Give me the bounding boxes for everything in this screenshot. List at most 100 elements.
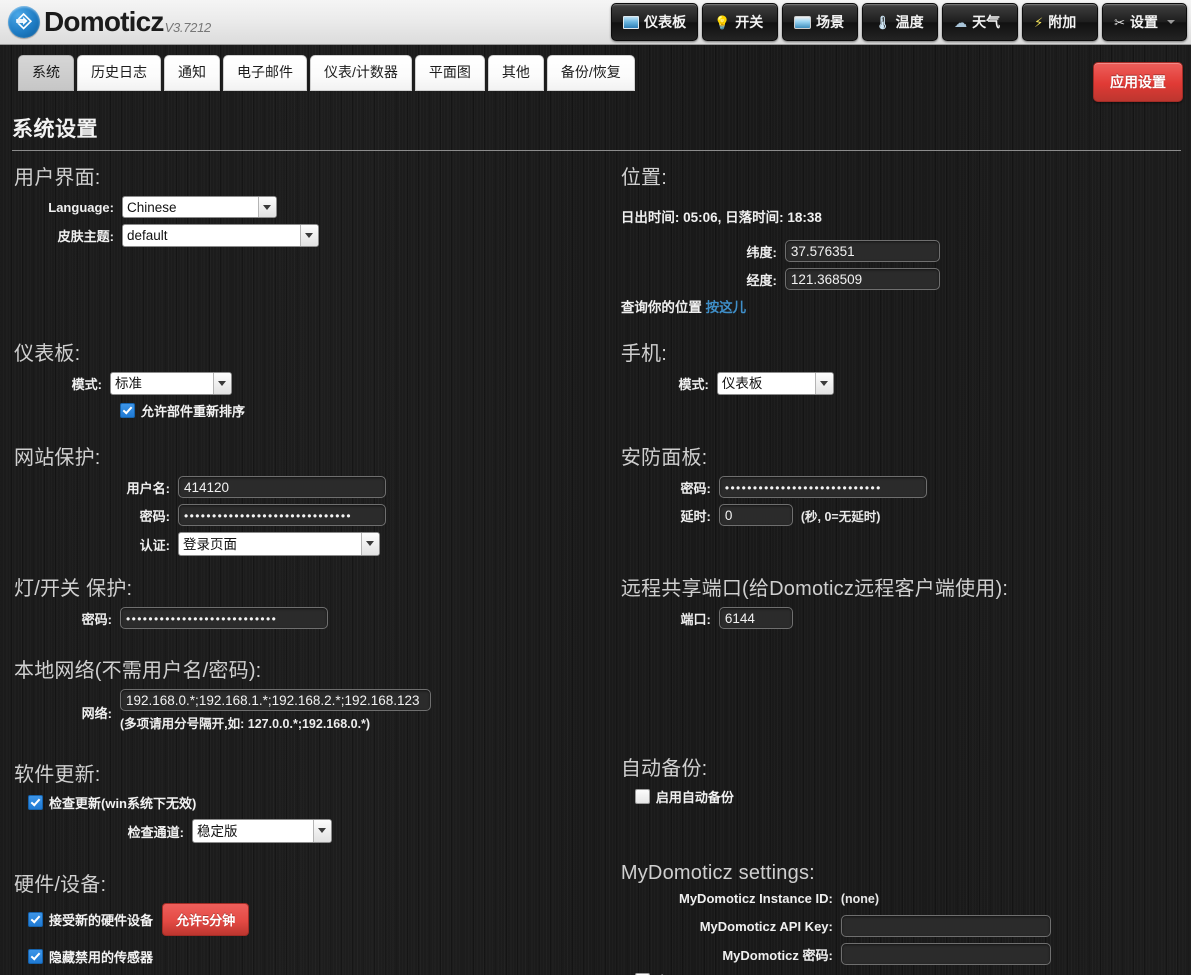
hide-disabled-sensors-label: 隐藏禁用的传感器 <box>49 950 154 965</box>
section-user-interface: 用户界面: Language: Chinese 皮肤主题: default <box>14 161 607 331</box>
section-software-update: 软件更新: 检查更新(win系统下无效) 检查通道: 稳定版 <box>14 758 607 862</box>
mydomoticz-api-key-input[interactable] <box>840 915 1051 937</box>
network-label: 网络: <box>81 706 112 721</box>
nav-item-settings[interactable]: ✂ 设置 <box>1102 3 1187 41</box>
tab-email[interactable]: 电子邮件 <box>223 55 307 91</box>
longitude-input[interactable] <box>784 268 940 290</box>
security-password-input[interactable]: •••••••••••••••••••••••••••• <box>718 476 927 498</box>
allow-widget-reorder-label: 允许部件重新排序 <box>141 404 246 419</box>
latitude-input[interactable] <box>784 240 940 262</box>
enable-auto-backup-checkbox[interactable] <box>634 789 650 804</box>
mydomoticz-password-label: MyDomoticz 密码: <box>722 947 833 963</box>
update-channel-label: 检查通道: <box>127 824 184 840</box>
section-mobile: 手机: 模式: 仪表板 <box>621 337 1191 435</box>
tab-notifications[interactable]: 通知 <box>164 55 220 91</box>
allow-5-minutes-button[interactable]: 允许5分钟 <box>162 903 250 936</box>
network-hint: (多项请用分号隔开,如: 127.0.0.*;192.168.0.*) <box>120 717 371 731</box>
lightning-icon: ⚡ <box>1034 14 1044 30</box>
tab-backup-restore[interactable]: 备份/恢复 <box>546 55 635 91</box>
nav-item-temperature[interactable]: 🌡 温度 <box>862 3 939 41</box>
section-security-panel: 安防面板: 密码: •••••••••••••••••••••••••••• 延… <box>621 441 1191 566</box>
nav-label: 温度 <box>895 14 924 30</box>
language-select[interactable]: Chinese <box>122 196 277 218</box>
tab-system[interactable]: 系统 <box>18 55 74 91</box>
nav-label: 场景 <box>816 14 845 30</box>
tab-other[interactable]: 其他 <box>487 55 544 91</box>
section-title: 网站保护: <box>14 447 101 469</box>
left-column: 用户界面: Language: Chinese 皮肤主题: default 仪表… <box>0 161 607 975</box>
remote-port-label: 端口: <box>680 611 711 627</box>
switch-password-label: 密码: <box>81 611 112 627</box>
apply-settings-button[interactable]: 应用设置 <box>1093 62 1183 102</box>
theme-select[interactable]: default <box>122 224 319 247</box>
tools-icon: ✂ <box>1114 14 1125 30</box>
section-remote-port: 远程共享端口(给Domoticz远程客户端使用): 端口: <box>621 572 1191 746</box>
tab-history-log[interactable]: 历史日志 <box>77 55 161 91</box>
dashboard-mode-select[interactable]: 标准 <box>110 372 232 395</box>
find-location-link[interactable]: 按这儿 <box>706 300 747 315</box>
dashboard-icon <box>623 15 640 29</box>
section-title: 硬件/设备: <box>14 874 107 896</box>
section-title: 自动备份: <box>620 758 708 780</box>
language-label: Language: <box>48 199 114 215</box>
username-label: 用户名: <box>126 480 170 496</box>
nav-item-extra[interactable]: ⚡ 附加 <box>1022 3 1099 41</box>
mydomoticz-instance-id-label: MyDomoticz Instance ID: <box>679 891 833 906</box>
settings-tabbar: 系统 历史日志 通知 电子邮件 仪表/计数器 平面图 其他 备份/恢复 <box>0 45 1191 103</box>
section-title: MyDomoticz settings: <box>620 862 815 884</box>
find-location-text: 查询你的位置 <box>620 300 702 315</box>
section-dashboard: 仪表板: 模式: 标准 允许部件重新排序 <box>14 337 607 435</box>
username-input[interactable] <box>178 476 386 498</box>
nav-label: 附加 <box>1048 14 1077 30</box>
mobile-mode-select[interactable]: 仪表板 <box>716 372 834 395</box>
tab-floorplan[interactable]: 平面图 <box>414 55 485 91</box>
section-title: 安防面板: <box>620 447 708 469</box>
section-title: 用户界面: <box>14 167 101 189</box>
scene-icon <box>794 15 812 29</box>
update-channel-select[interactable]: 稳定版 <box>192 819 332 843</box>
section-website-protection: 网站保护: 用户名: 密码: •••••••••••••••••••••••••… <box>14 441 607 566</box>
section-location: 位置: 日出时间: 05:06, 日落时间: 18:38 纬度: 经度: 查询你… <box>621 161 1191 331</box>
dashboard-mode-label: 模式: <box>71 377 102 392</box>
section-auto-backup: 自动备份: 启用自动备份 <box>621 752 1191 856</box>
allow-widget-reorder-checkbox[interactable] <box>120 403 135 418</box>
longitude-label: 经度: <box>746 272 777 288</box>
remote-port-input[interactable] <box>718 607 793 629</box>
hide-disabled-sensors-checkbox[interactable] <box>28 949 43 964</box>
accept-new-hardware-label: 接受新的硬件设备 <box>49 913 154 928</box>
section-switch-protection: 灯/开关 保护: 密码: ••••••••••••••••••••••••••• <box>14 572 607 648</box>
section-title: 手机: <box>620 343 668 365</box>
sunrise-sunset-info: 日出时间: 05:06, 日落时间: 18:38 <box>620 210 822 225</box>
tab-meters-counters[interactable]: 仪表/计数器 <box>310 55 412 91</box>
domoticz-logo-icon: ⎆ <box>8 6 40 38</box>
nav-item-weather[interactable]: ☁ 天气 <box>942 3 1019 41</box>
nav-label: 设置 <box>1130 14 1158 30</box>
security-delay-note: (秒, 0=无延时) <box>800 509 881 524</box>
accept-new-hardware-checkbox[interactable] <box>28 912 43 927</box>
auth-select[interactable]: 登录页面 <box>178 532 380 556</box>
mydomoticz-api-key-label: MyDomoticz API Key: <box>699 918 833 934</box>
mydomoticz-enable-label: 启用 <box>656 971 682 975</box>
network-input[interactable] <box>120 689 431 711</box>
nav-item-switches[interactable]: 💡 开关 <box>702 3 779 41</box>
website-password-label: 密码: <box>139 508 170 524</box>
check-update-checkbox[interactable] <box>28 795 43 810</box>
section-title: 位置: <box>620 167 668 189</box>
section-local-network: 本地网络(不需用户名/密码): 网络: (多项请用分号隔开,如: 127.0.0… <box>14 654 607 752</box>
nav-item-dashboard[interactable]: 仪表板 <box>611 3 699 41</box>
section-hardware-devices: 硬件/设备: 接受新的硬件设备 允许5分钟 隐藏禁用的传感器 收到新数据后，刷新… <box>14 868 607 975</box>
right-column: 位置: 日出时间: 05:06, 日落时间: 18:38 纬度: 经度: 查询你… <box>607 161 1191 975</box>
security-delay-label: 延时: <box>680 508 711 524</box>
security-delay-input[interactable] <box>718 504 793 526</box>
enable-auto-backup-label: 启用自动备份 <box>655 790 734 805</box>
brand[interactable]: ⎆ Domoticz V3.7212 <box>0 6 211 38</box>
nav-label: 仪表板 <box>644 14 687 30</box>
nav-item-scenes[interactable]: 场景 <box>782 3 859 41</box>
thermometer-icon: 🌡 <box>874 14 891 30</box>
page-title: 系统设置 <box>12 118 98 141</box>
section-title: 灯/开关 保护: <box>14 578 133 600</box>
website-password-input[interactable]: •••••••••••••••••••••••••••••• <box>178 504 386 526</box>
mydomoticz-password-input[interactable] <box>840 943 1051 965</box>
mydomoticz-instance-id-value: (none) <box>840 891 880 906</box>
switch-password-input[interactable]: ••••••••••••••••••••••••••• <box>120 607 328 629</box>
